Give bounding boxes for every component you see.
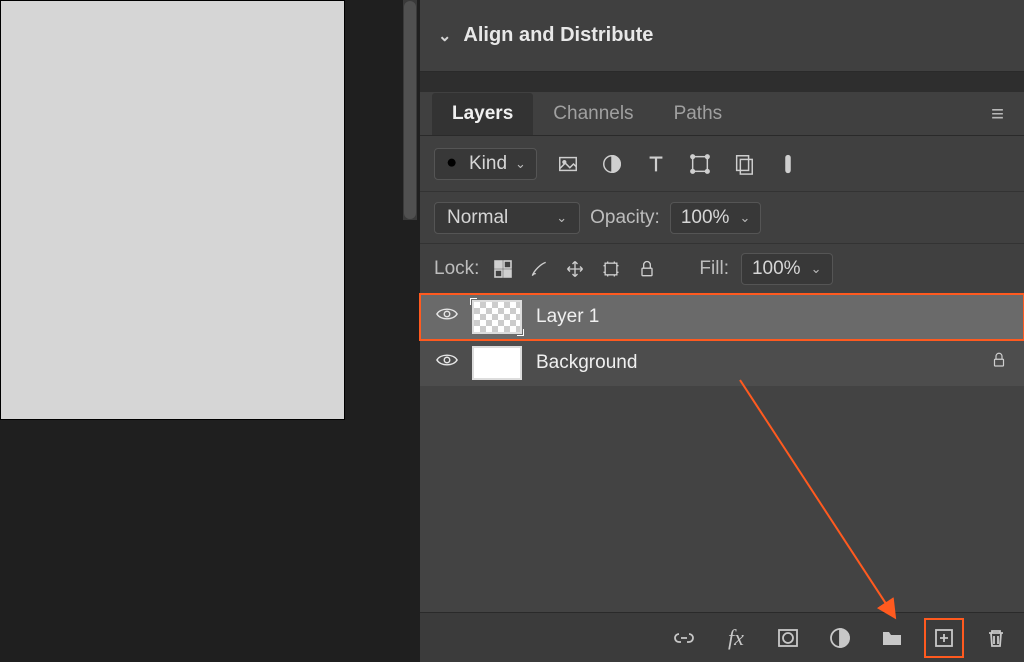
search-icon	[445, 156, 461, 172]
filter-pixel-icon[interactable]	[555, 151, 581, 177]
opacity-value: 100%	[681, 207, 730, 229]
opacity-dropdown[interactable]: 100% ⌄	[670, 202, 762, 234]
lock-row: Lock: Fill: 100% ⌄	[420, 244, 1024, 294]
filter-kind-dropdown[interactable]: Kind ⌄	[434, 148, 537, 180]
blend-opacity-row: Normal ⌄ Opacity: 100% ⌄	[420, 192, 1024, 244]
link-layers-icon[interactable]	[670, 624, 698, 652]
lock-label: Lock:	[434, 258, 479, 280]
lock-icon[interactable]	[990, 351, 1008, 375]
fill-value: 100%	[752, 258, 801, 280]
group-folder-icon[interactable]	[878, 624, 906, 652]
chevron-down-icon: ⌄	[556, 210, 567, 226]
layer-thumbnail[interactable]	[472, 346, 522, 380]
panel-title-align: Align and Distribute	[463, 24, 653, 47]
chevron-down-icon: ⌄	[811, 261, 822, 277]
chevron-down-icon: ⌄	[515, 156, 526, 172]
filter-kind-label: Kind	[469, 153, 507, 175]
layer-style-fx-icon[interactable]: fx	[722, 624, 750, 652]
layer-name[interactable]: Layer 1	[536, 306, 599, 328]
panel-header-align[interactable]: ⌄ Align and Distribute	[420, 0, 1024, 72]
filter-type-icon[interactable]	[643, 151, 669, 177]
filter-shape-icon[interactable]	[687, 151, 713, 177]
lock-all-icon[interactable]	[635, 257, 659, 281]
new-layer-icon[interactable]	[930, 624, 958, 652]
chevron-down-icon: ⌄	[739, 210, 750, 226]
blend-mode-value: Normal	[447, 207, 508, 229]
layer-thumbnail[interactable]	[472, 300, 522, 334]
scrollbar-track[interactable]	[403, 0, 417, 220]
fill-dropdown[interactable]: 100% ⌄	[741, 253, 833, 285]
filter-smartobject-icon[interactable]	[731, 151, 757, 177]
add-mask-icon[interactable]	[774, 624, 802, 652]
tab-layers[interactable]: Layers	[432, 93, 533, 135]
fill-label: Fill:	[699, 258, 729, 280]
layer-row-background[interactable]: Background	[420, 340, 1024, 386]
filter-adjustment-icon[interactable]	[599, 151, 625, 177]
canvas-area	[0, 0, 420, 662]
layer-row-layer1[interactable]: Layer 1	[420, 294, 1024, 340]
lock-position-icon[interactable]	[563, 257, 587, 281]
tab-paths[interactable]: Paths	[654, 93, 743, 135]
lock-artboard-icon[interactable]	[599, 257, 623, 281]
lock-brush-icon[interactable]	[527, 257, 551, 281]
lock-transparency-icon[interactable]	[491, 257, 515, 281]
tab-channels[interactable]: Channels	[533, 93, 653, 135]
layer-name[interactable]: Background	[536, 352, 637, 374]
delete-trash-icon[interactable]	[982, 624, 1010, 652]
panel-menu-icon[interactable]: ≡	[991, 101, 1012, 127]
opacity-label: Opacity:	[590, 207, 660, 229]
blend-mode-dropdown[interactable]: Normal ⌄	[434, 202, 580, 234]
right-panel-group: ⌄ Align and Distribute Layers Channels P…	[420, 0, 1024, 662]
layer-filter-row: Kind ⌄	[420, 136, 1024, 192]
layer-bottom-toolbar: fx	[420, 612, 1024, 662]
scrollbar-thumb[interactable]	[404, 1, 416, 219]
panel-divider	[420, 72, 1024, 92]
adjustment-layer-icon[interactable]	[826, 624, 854, 652]
filter-toggle-icon[interactable]	[775, 151, 801, 177]
panel-tabs: Layers Channels Paths ≡	[420, 92, 1024, 136]
visibility-eye-icon[interactable]	[436, 306, 458, 328]
chevron-down-icon: ⌄	[438, 26, 451, 46]
layer-list: Layer 1 Background	[420, 294, 1024, 612]
document-canvas[interactable]	[0, 0, 345, 420]
visibility-eye-icon[interactable]	[436, 352, 458, 374]
